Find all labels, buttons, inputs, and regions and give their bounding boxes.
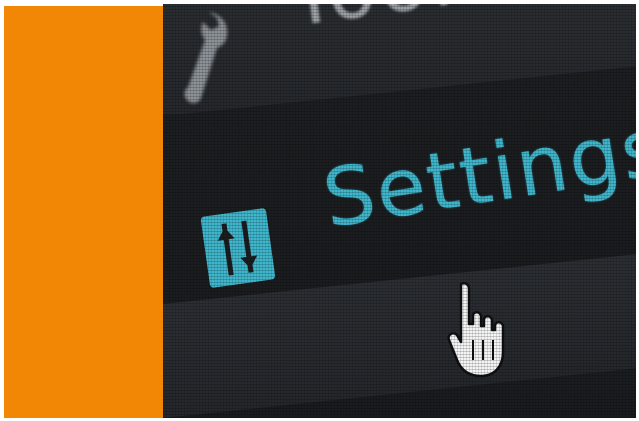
orange-accent-panel — [4, 6, 163, 418]
tools-label: Tools — [283, 4, 506, 45]
photo-frame: Tools Settings — [0, 0, 639, 421]
hand-cursor-icon — [447, 281, 505, 378]
screen-closeup: Tools Settings — [163, 4, 636, 418]
sliders-icon — [200, 208, 276, 288]
wrench-icon — [184, 12, 228, 104]
